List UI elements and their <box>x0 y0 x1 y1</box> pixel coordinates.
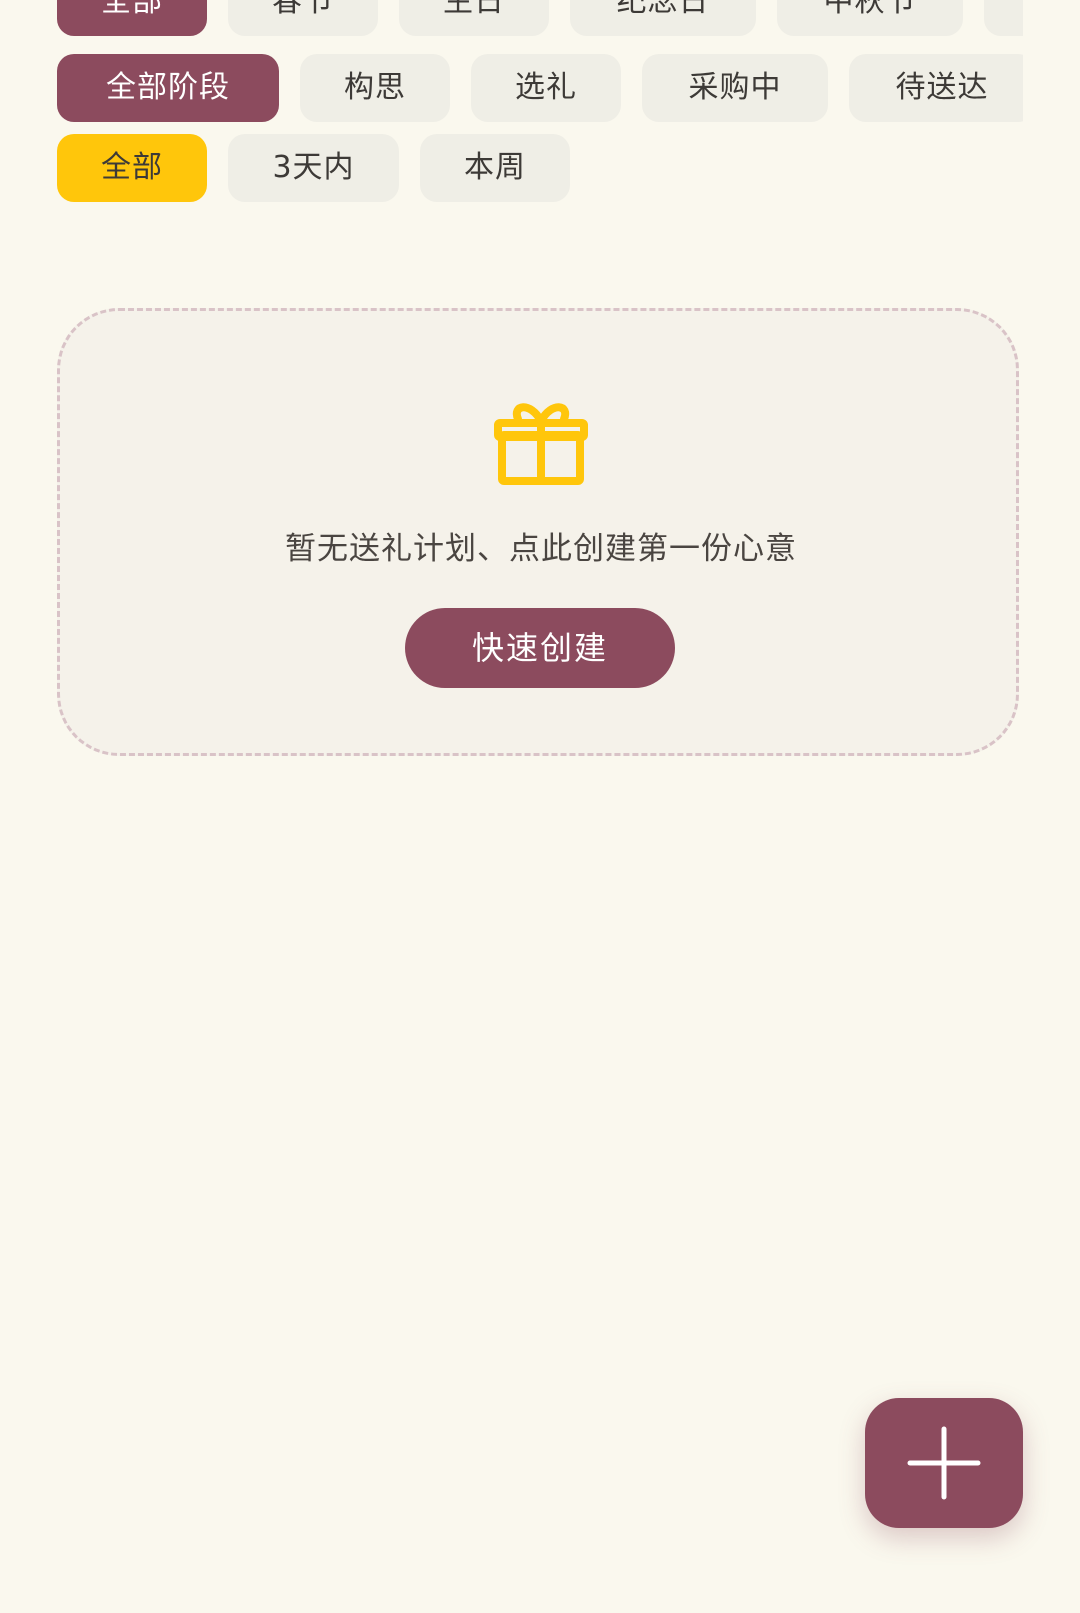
occasion-chip-all[interactable]: 全部 <box>57 0 207 36</box>
occasion-chip-spring-festival[interactable]: 春节 <box>228 0 378 36</box>
stage-filter-row: 全部阶段 构思 选礼 采购中 待送达 <box>0 54 1080 122</box>
add-plan-fab[interactable] <box>865 1398 1023 1528</box>
time-chip-all[interactable]: 全部 <box>57 134 207 202</box>
plus-icon <box>907 1426 981 1500</box>
empty-state-card[interactable]: 暂无送礼计划、点此创建第一份心意 快速创建 <box>57 308 1019 756</box>
occasion-chip-birthday[interactable]: 生日 <box>399 0 549 36</box>
stage-chip-selecting[interactable]: 选礼 <box>471 54 621 122</box>
occasion-filter-track[interactable]: 全部 春节 生日 纪念日 中秋节 <box>57 0 1023 36</box>
empty-state-message: 暂无送礼计划、点此创建第一份心意 <box>285 531 797 567</box>
occasion-filter-row: 全部 春节 生日 纪念日 中秋节 <box>0 0 1080 36</box>
stage-chip-purchasing[interactable]: 采购中 <box>642 54 828 122</box>
occasion-chip-anniversary[interactable]: 纪念日 <box>570 0 756 36</box>
quick-create-button[interactable]: 快速创建 <box>405 608 675 688</box>
time-filter-track: 全部 3天内 本周 <box>57 134 1023 202</box>
time-chip-3-days[interactable]: 3天内 <box>228 134 399 202</box>
stage-chip-ideation[interactable]: 构思 <box>300 54 450 122</box>
time-filter-row: 全部 3天内 本周 <box>0 134 1080 202</box>
occasion-chip-mid-autumn[interactable]: 中秋节 <box>777 0 963 36</box>
gift-icon <box>494 403 588 485</box>
stage-chip-awaiting-delivery[interactable]: 待送达 <box>849 54 1023 122</box>
stage-filter-track[interactable]: 全部阶段 构思 选礼 采购中 待送达 <box>57 54 1023 122</box>
time-chip-this-week[interactable]: 本周 <box>420 134 570 202</box>
occasion-chip-more[interactable] <box>984 0 1023 36</box>
stage-chip-all[interactable]: 全部阶段 <box>57 54 279 122</box>
